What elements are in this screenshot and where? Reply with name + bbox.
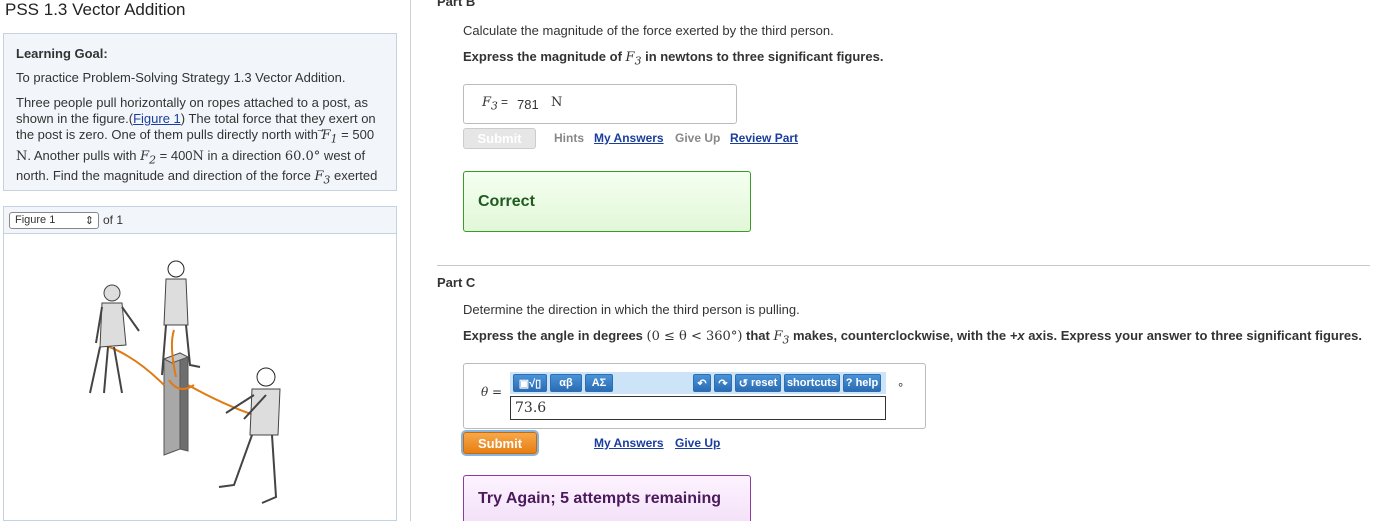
figure-toolbar: Figure 1 ⇕ of 1 bbox=[4, 207, 396, 234]
part-c-answer-box: θ = ▣√▯ αβ ΑΣ ↶ ↷ ↺ reset shortcuts ? he… bbox=[463, 363, 926, 429]
part-b-my-answers-link[interactable]: My Answers bbox=[594, 131, 664, 145]
part-b-instructions: Express the magnitude of F3 in newtons t… bbox=[463, 49, 884, 68]
problem-text-2g: west of bbox=[320, 147, 366, 163]
correct-feedback: Correct bbox=[463, 171, 751, 232]
reset-button[interactable]: ↺ reset bbox=[735, 374, 781, 392]
problem-text-3b: exerted bbox=[330, 168, 378, 184]
f2-symbol: F2 bbox=[140, 148, 157, 167]
select-arrows-icon: ⇕ bbox=[84, 214, 94, 227]
unit-n-2: N bbox=[192, 148, 204, 164]
degree-unit: ° bbox=[898, 380, 904, 395]
part-c-my-answers-link[interactable]: My Answers bbox=[594, 436, 664, 450]
f3-symbol: F3 bbox=[314, 169, 331, 187]
left-panel: PSS 1.3 Vector Addition Learning Goal: T… bbox=[0, 0, 410, 521]
problem-text-1c: = 500 bbox=[337, 127, 375, 142]
part-b-heading: Part B bbox=[437, 0, 476, 9]
figure-count: of 1 bbox=[103, 213, 124, 227]
try-again-text: Try Again; 5 attempts remaining bbox=[478, 490, 722, 507]
f1-symbol: ⃗F1 bbox=[321, 128, 338, 146]
part-b-answer-value: 781 bbox=[517, 97, 539, 112]
greek-letters-button[interactable]: αβ bbox=[550, 374, 582, 392]
part-c-instructions: Express the angle in degrees (0 ≤ θ < 36… bbox=[463, 328, 1362, 347]
part-c-question: Determine the direction in which the thi… bbox=[463, 302, 800, 317]
part-divider bbox=[437, 265, 1370, 266]
part-b-question: Calculate the magnitude of the force exe… bbox=[463, 23, 834, 38]
learning-goal-heading: Learning Goal: bbox=[16, 46, 108, 61]
angle-value: 60.0° bbox=[284, 148, 321, 164]
part-c-heading: Part C bbox=[437, 275, 476, 290]
figure-panel: Figure 1 ⇕ of 1 bbox=[3, 206, 397, 521]
reset-icon: ↺ bbox=[738, 377, 748, 390]
figure-link[interactable]: Figure 1 bbox=[133, 111, 181, 126]
problem-text-2b: . Another pulls with bbox=[27, 147, 141, 163]
learning-goal-box[interactable]: Learning Goal: To practice Problem-Solvi… bbox=[3, 33, 397, 191]
part-c-submit-button[interactable]: Submit bbox=[463, 432, 537, 454]
figure-select[interactable]: Figure 1 ⇕ bbox=[9, 211, 99, 229]
review-part-link[interactable]: Review Part bbox=[730, 131, 798, 145]
part-b-answer-unit: N bbox=[551, 95, 563, 110]
problem-statement: Three people pull horizontally on ropes … bbox=[16, 95, 384, 189]
help-button[interactable]: ? help bbox=[843, 374, 881, 392]
templates-button[interactable]: ▣√▯ bbox=[513, 374, 547, 392]
try-again-feedback: Try Again; 5 attempts remaining bbox=[463, 475, 751, 521]
theta-label: θ = bbox=[481, 385, 503, 399]
part-b-submit-button[interactable]: Submit bbox=[463, 128, 536, 149]
symbols-button[interactable]: ΑΣ bbox=[585, 374, 613, 392]
page-title: PSS 1.3 Vector Addition bbox=[5, 0, 186, 19]
redo-icon[interactable]: ↷ bbox=[714, 374, 732, 392]
correct-feedback-text: Correct bbox=[478, 193, 535, 210]
shortcuts-button[interactable]: shortcuts bbox=[784, 374, 840, 392]
help-icon: ? bbox=[845, 377, 853, 389]
answer-equals: = bbox=[501, 95, 509, 109]
three-people-pulling-post-figure bbox=[89, 260, 281, 504]
problem-text-2c: = 400 bbox=[156, 147, 193, 163]
learning-goal-text: To practice Problem-Solving Strategy 1.3… bbox=[16, 70, 346, 85]
part-b-give-up-link[interactable]: Give Up bbox=[675, 131, 720, 145]
undo-icon[interactable]: ↶ bbox=[693, 374, 711, 392]
hints-link[interactable]: Hints bbox=[554, 131, 584, 145]
angle-answer-input[interactable]: 73.6 bbox=[510, 396, 886, 420]
problem-text-2e: in a direction bbox=[203, 147, 285, 163]
f3-answer-symbol: F3 bbox=[482, 95, 498, 113]
equation-toolbar: ▣√▯ αβ ΑΣ ↶ ↷ ↺ reset shortcuts ? help bbox=[510, 372, 886, 394]
right-panel: Part B Calculate the magnitude of the fo… bbox=[411, 0, 1377, 521]
part-c-give-up-link[interactable]: Give Up bbox=[675, 436, 720, 450]
problem-text-3: north. Find the magnitude and direction … bbox=[16, 168, 315, 184]
part-b-answer-box: F3 = 781 N bbox=[463, 84, 737, 124]
unit-n-1: N bbox=[16, 148, 28, 164]
